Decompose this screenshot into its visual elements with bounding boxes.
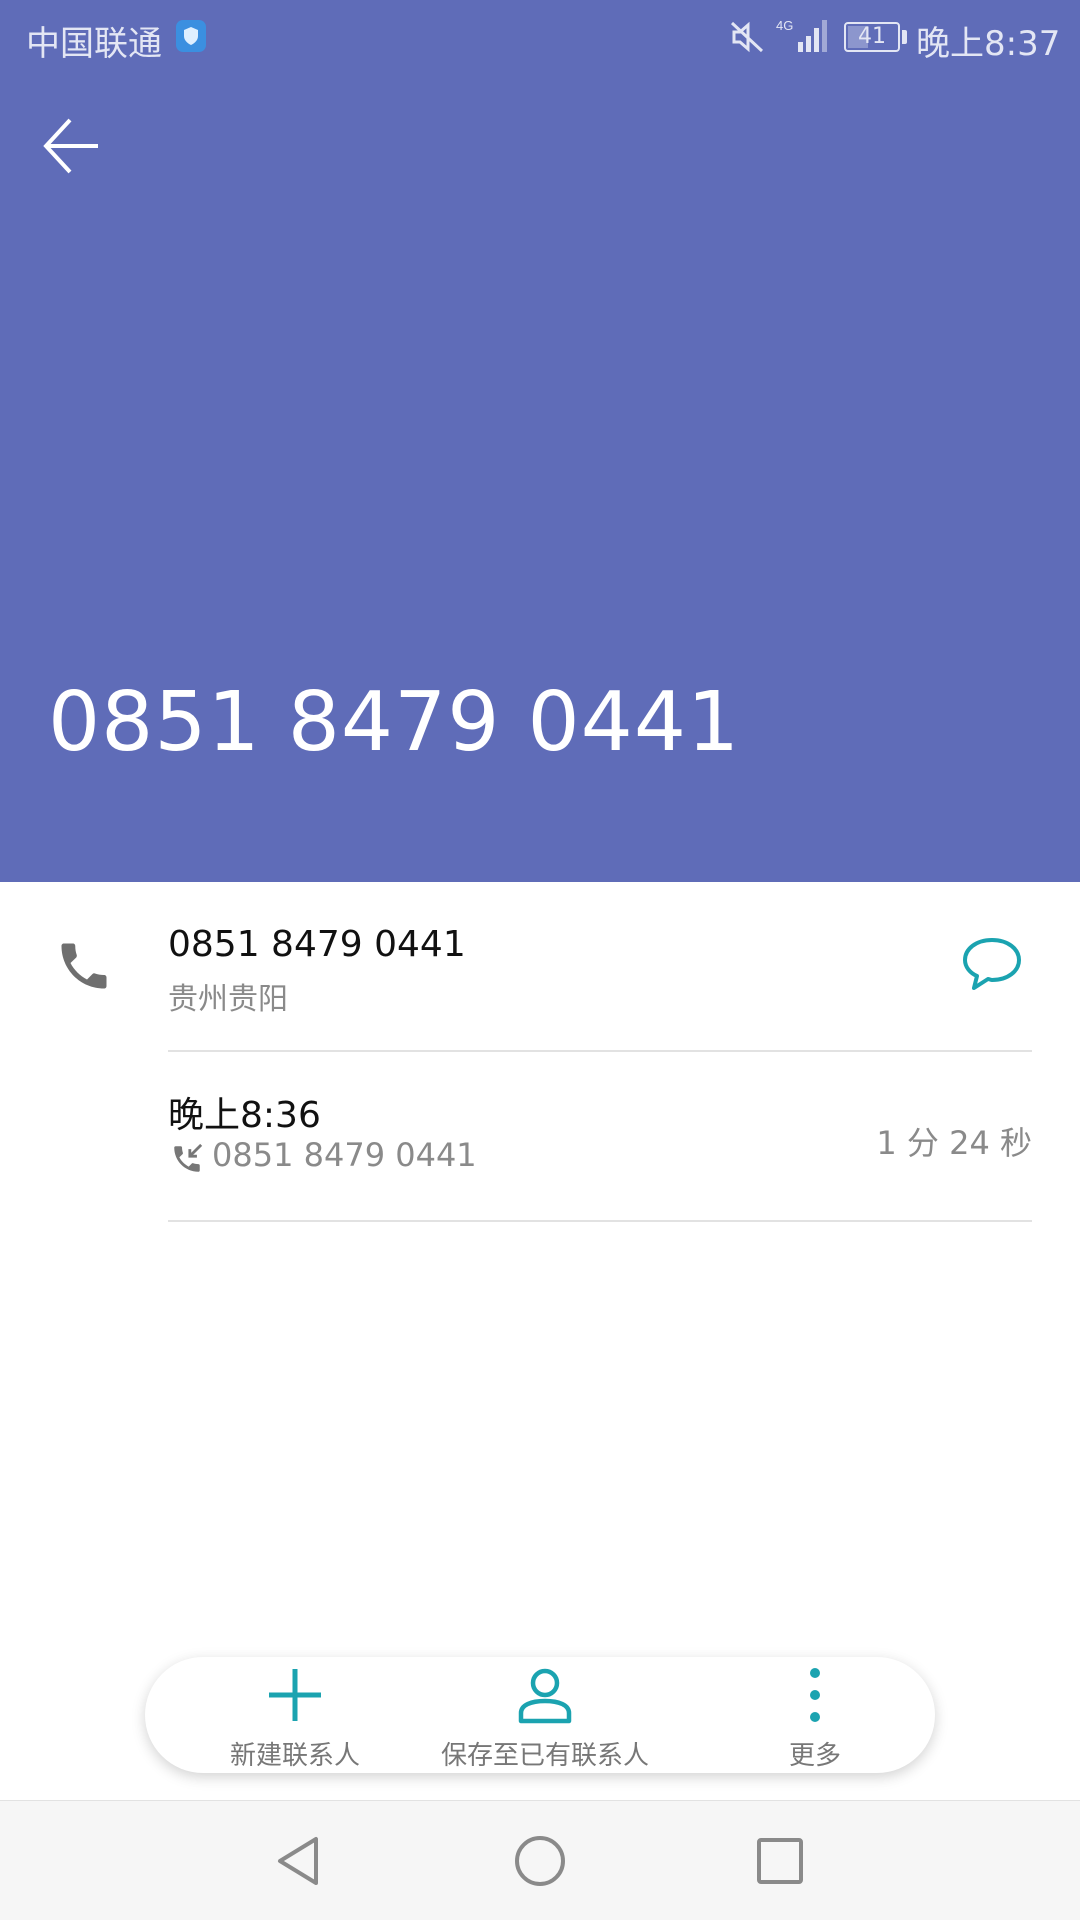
security-shield-icon: [176, 20, 206, 52]
navigation-bar: [0, 1800, 1080, 1920]
triangle-back-icon: [278, 1837, 318, 1885]
battery-level: 41: [858, 24, 886, 49]
divider: [168, 1220, 1032, 1222]
status-bar: 中国联通 4G 41 晚上8:37: [0, 0, 1080, 75]
network-type-label: 4G: [776, 18, 793, 33]
header-phone-number: 0851 8479 0441: [48, 675, 741, 770]
save-to-existing-label: 保存至已有联系人: [440, 1741, 649, 1771]
plus-icon: [265, 1665, 325, 1729]
detail-phone-number[interactable]: 0851 8479 0441: [168, 924, 466, 965]
back-button[interactable]: [36, 110, 108, 182]
new-contact-label: 新建联系人: [229, 1741, 360, 1771]
send-message-button[interactable]: [960, 934, 1030, 998]
carrier-name: 中国联通: [26, 24, 162, 64]
circle-home-icon: [515, 1836, 565, 1886]
call-log-number: 0851 8479 0441: [212, 1136, 477, 1174]
new-contact-button[interactable]: 新建联系人: [185, 1657, 405, 1773]
square-recents-icon: [757, 1838, 803, 1884]
nav-home-button[interactable]: [510, 1831, 570, 1891]
call-duration: 1 分 24 秒: [876, 1124, 1032, 1162]
more-button[interactable]: 更多: [705, 1657, 925, 1773]
person-icon: [515, 1665, 575, 1729]
status-clock: 晚上8:37: [916, 24, 1061, 64]
nav-back-button[interactable]: [270, 1831, 330, 1891]
divider: [168, 1050, 1032, 1052]
nav-recents-button[interactable]: [750, 1831, 810, 1891]
contact-header: 中国联通 4G 41 晚上8:37 0851 8479 0441: [0, 0, 1080, 882]
call-time: 晚上8:36: [168, 1095, 321, 1136]
action-bar: 新建联系人 保存至已有联系人 更多: [145, 1657, 935, 1773]
phone-icon[interactable]: [54, 936, 114, 1000]
incoming-call-icon: [170, 1142, 204, 1180]
signal-4g-icon: 4G: [774, 16, 830, 65]
more-vertical-icon: [805, 1665, 825, 1729]
more-label: 更多: [788, 1741, 841, 1771]
message-bubble-icon: [963, 938, 1021, 990]
phone-location: 贵州贵阳: [168, 982, 288, 1017]
mute-icon: [728, 18, 766, 65]
save-to-existing-contact-button[interactable]: 保存至已有联系人: [405, 1657, 685, 1773]
arrow-left-icon: [43, 118, 98, 174]
